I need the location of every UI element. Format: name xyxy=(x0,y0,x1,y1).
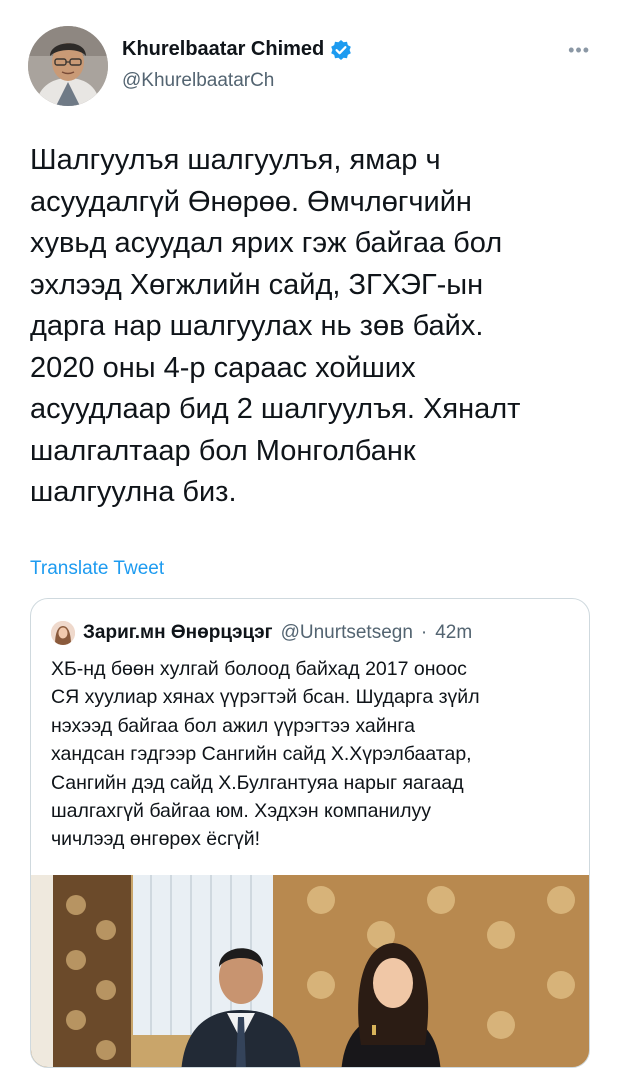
author-display-name[interactable]: Khurelbaatar Chimed xyxy=(122,38,324,61)
verified-badge-icon xyxy=(330,39,352,61)
quoted-timestamp: 42m xyxy=(435,622,473,643)
quoted-tweet-card[interactable]: Зариг.мн Өнөрцэцэг @Unurtsetsegn · 42m Х… xyxy=(30,598,590,1068)
photo-image xyxy=(31,875,589,1067)
author-avatar[interactable] xyxy=(28,26,108,106)
tweet-text: Шалгуулъя шалгуулъя, ямар ч асуудалгүй Ө… xyxy=(30,144,521,508)
quoted-author-handle: @Unurtsetsegn xyxy=(280,622,413,643)
quoted-tweet-text: ХБ-нд бөөн хулгай болоод байхад 2017 оно… xyxy=(51,658,480,851)
quoted-author-name: Зариг.мн Өнөрцэцэг xyxy=(83,622,273,643)
quoted-tweet-header: Зариг.мн Өнөрцэцэг @Unurtsetsegn · 42m xyxy=(51,621,472,645)
quoted-author-avatar xyxy=(51,621,75,645)
author-avatar-image xyxy=(28,26,108,106)
more-options-icon[interactable]: ••• xyxy=(568,40,590,61)
translate-tweet-link[interactable]: Translate Tweet xyxy=(30,558,164,580)
author-name-row[interactable]: Khurelbaatar Chimed xyxy=(122,38,352,61)
author-handle[interactable]: @KhurelbaatarCh xyxy=(122,70,274,92)
quoted-separator: · xyxy=(420,622,428,643)
quoted-tweet-photo[interactable] xyxy=(31,875,589,1067)
